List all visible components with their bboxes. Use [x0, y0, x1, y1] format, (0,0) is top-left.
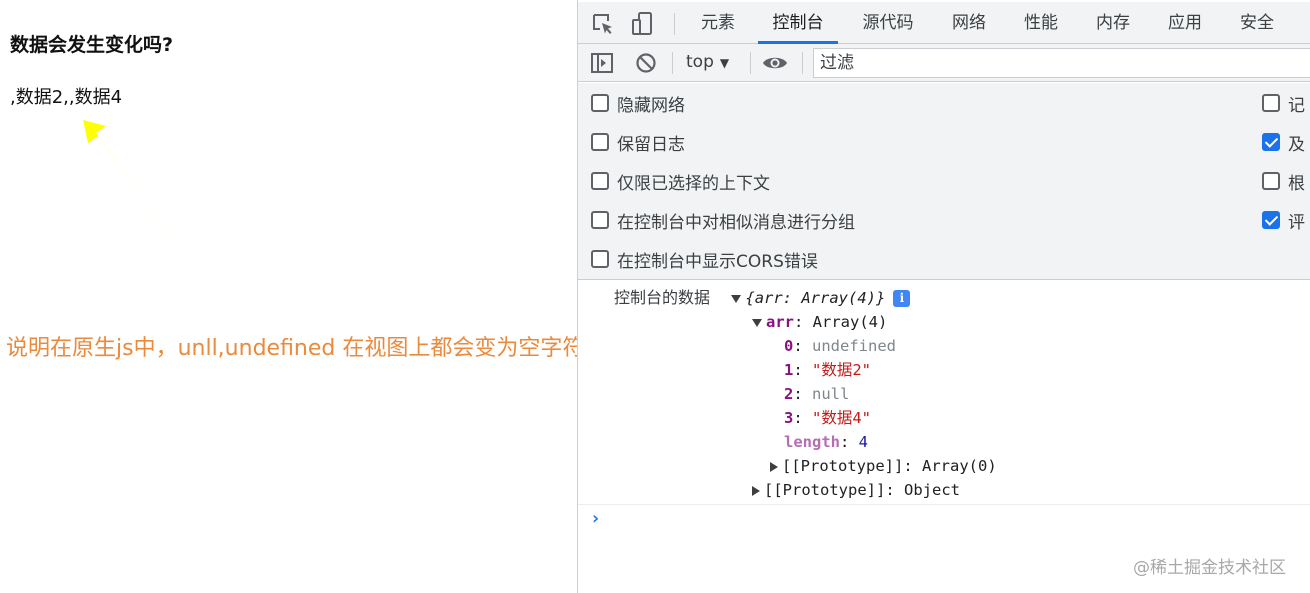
setting-autocomplete-history[interactable]: 根 — [1262, 169, 1305, 194]
prop-value: 4 — [858, 433, 869, 451]
annotation-note: 说明在原生js中，unll,undefined 在视图上都会变为空字符串 — [6, 336, 607, 361]
expand-triangle-icon[interactable] — [752, 318, 762, 327]
annotation-arrow — [83, 120, 215, 297]
object-summary[interactable]: {arr: Array(4)} — [745, 289, 885, 307]
setting-group-similar[interactable]: 在控制台中对相似消息进行分组 — [591, 208, 855, 233]
checkbox[interactable] — [1262, 94, 1280, 112]
setting-label: 根 — [1288, 173, 1305, 194]
checkbox-checked[interactable] — [1262, 211, 1280, 229]
toolbar-separator — [802, 52, 803, 74]
device-toolbar-icon[interactable] — [630, 11, 656, 37]
tree-row-object-prototype[interactable]: [[Prototype]]: Object — [752, 479, 960, 501]
prop-key: 1 — [784, 361, 794, 379]
prop-key: arr — [766, 313, 794, 331]
tree-row-item-3: 3: "数据4" — [784, 409, 872, 427]
checkbox-checked[interactable] — [1262, 133, 1280, 151]
setting-label: 在控制台中显示CORS错误 — [617, 251, 818, 272]
arrow-shape — [83, 120, 215, 297]
prop-value: undefined — [812, 337, 897, 355]
log-label: 控制台的数据 — [614, 288, 711, 307]
setting-label: 仅限已选择的上下文 — [617, 173, 770, 194]
setting-label: 记 — [1288, 95, 1305, 116]
clear-console-icon[interactable] — [634, 51, 658, 75]
watermark: @稀土掘金技术社区 — [1133, 558, 1286, 578]
console-toolbar: top ▼ — [578, 44, 1310, 82]
setting-preserve-log[interactable]: 保留日志 — [591, 130, 685, 155]
prop-value: Array(0) — [922, 457, 997, 475]
tab-console[interactable]: 控制台 — [763, 2, 833, 44]
toolbar-separator — [672, 52, 673, 74]
setting-eager-evaluation[interactable]: 及 — [1262, 130, 1305, 155]
prop-key: 3 — [784, 409, 794, 427]
collapse-triangle-icon[interactable] — [770, 461, 778, 472]
setting-label: 保留日志 — [617, 134, 685, 155]
web-page: 数据会发生变化吗? ,数据2,,数据4 说明在原生js中，unll,undefi… — [0, 0, 606, 593]
checkbox[interactable] — [1262, 172, 1280, 190]
prop-value: "数据2" — [812, 361, 872, 379]
tree-row-item-0: 0: undefined — [784, 337, 897, 355]
checkbox[interactable] — [591, 250, 609, 268]
prompt-separator — [578, 504, 1310, 505]
checkbox[interactable] — [591, 211, 609, 229]
console-settings: 隐藏网络 保留日志 仅限已选择的上下文 在控制台中对相似消息进行分组 在控制台中… — [578, 83, 1310, 280]
prop-key: [[Prototype]] — [764, 481, 886, 499]
expand-triangle-icon[interactable] — [731, 294, 742, 303]
tab-memory[interactable]: 内存 — [1084, 2, 1142, 44]
checkbox[interactable] — [591, 133, 609, 151]
setting-label: 在控制台中对相似消息进行分组 — [617, 212, 855, 233]
tab-performance[interactable]: 性能 — [1012, 2, 1070, 44]
tree-row-item-2: 2: null — [784, 385, 850, 403]
checkbox[interactable] — [591, 94, 609, 112]
setting-label: 隐藏网络 — [617, 95, 685, 116]
setting-log-xhr[interactable]: 记 — [1262, 91, 1305, 116]
tree-row-arr[interactable]: arr: Array(4) — [752, 311, 887, 333]
setting-show-cors-errors[interactable]: 在控制台中显示CORS错误 — [591, 247, 818, 272]
tab-network[interactable]: 网络 — [940, 2, 998, 44]
collapse-triangle-icon[interactable] — [752, 485, 760, 496]
console-prompt-icon[interactable]: › — [590, 508, 601, 529]
tree-row-length: length: 4 — [784, 433, 869, 451]
setting-selected-context-only[interactable]: 仅限已选择的上下文 — [591, 169, 770, 194]
prop-key: 0 — [784, 337, 794, 355]
setting-evaluate-triggers[interactable]: 评 — [1262, 208, 1305, 233]
prop-value: null — [812, 385, 850, 403]
caret-down-icon: ▼ — [719, 56, 730, 70]
checkbox[interactable] — [591, 172, 609, 190]
prop-value: Array(4) — [812, 313, 888, 331]
prop-key: length — [784, 433, 840, 451]
tabbar-separator — [674, 13, 675, 35]
context-label: top — [686, 52, 714, 72]
tab-security[interactable]: 安全 — [1228, 2, 1286, 44]
prop-key: [[Prototype]] — [782, 457, 904, 475]
console-log-message: 控制台的数据 {arr: Array(4)} i — [614, 287, 911, 309]
tab-sources[interactable]: 源代码 — [853, 2, 923, 44]
prop-value: "数据4" — [812, 409, 872, 427]
prop-value: Object — [904, 481, 960, 499]
eye-icon[interactable] — [762, 51, 788, 75]
toolbar-separator — [750, 52, 751, 74]
filter-input[interactable] — [820, 53, 1290, 73]
tree-row-array-prototype[interactable]: [[Prototype]]: Array(0) — [770, 455, 997, 477]
context-selector[interactable]: top ▼ — [686, 52, 729, 72]
tab-elements[interactable]: 元素 — [688, 2, 748, 44]
sidebar-toggle-icon[interactable] — [590, 51, 614, 75]
console-output: 控制台的数据 {arr: Array(4)} i arr: Array(4) 0:… — [578, 281, 1310, 593]
tree-row-item-1: 1: "数据2" — [784, 361, 872, 379]
prop-key: 2 — [784, 385, 794, 403]
setting-hide-network[interactable]: 隐藏网络 — [591, 91, 685, 116]
inspect-element-icon[interactable] — [590, 11, 616, 37]
tab-application[interactable]: 应用 — [1156, 2, 1214, 44]
setting-label: 及 — [1288, 134, 1305, 155]
setting-label: 评 — [1288, 212, 1305, 233]
filter-box — [813, 48, 1310, 78]
info-icon[interactable]: i — [893, 290, 911, 307]
devtools-tabbar: 元素 控制台 源代码 网络 性能 内存 应用 安全 — [578, 2, 1310, 44]
devtools-panel: 元素 控制台 源代码 网络 性能 内存 应用 安全 top ▼ 过滤 隐藏网络 … — [577, 0, 1310, 593]
